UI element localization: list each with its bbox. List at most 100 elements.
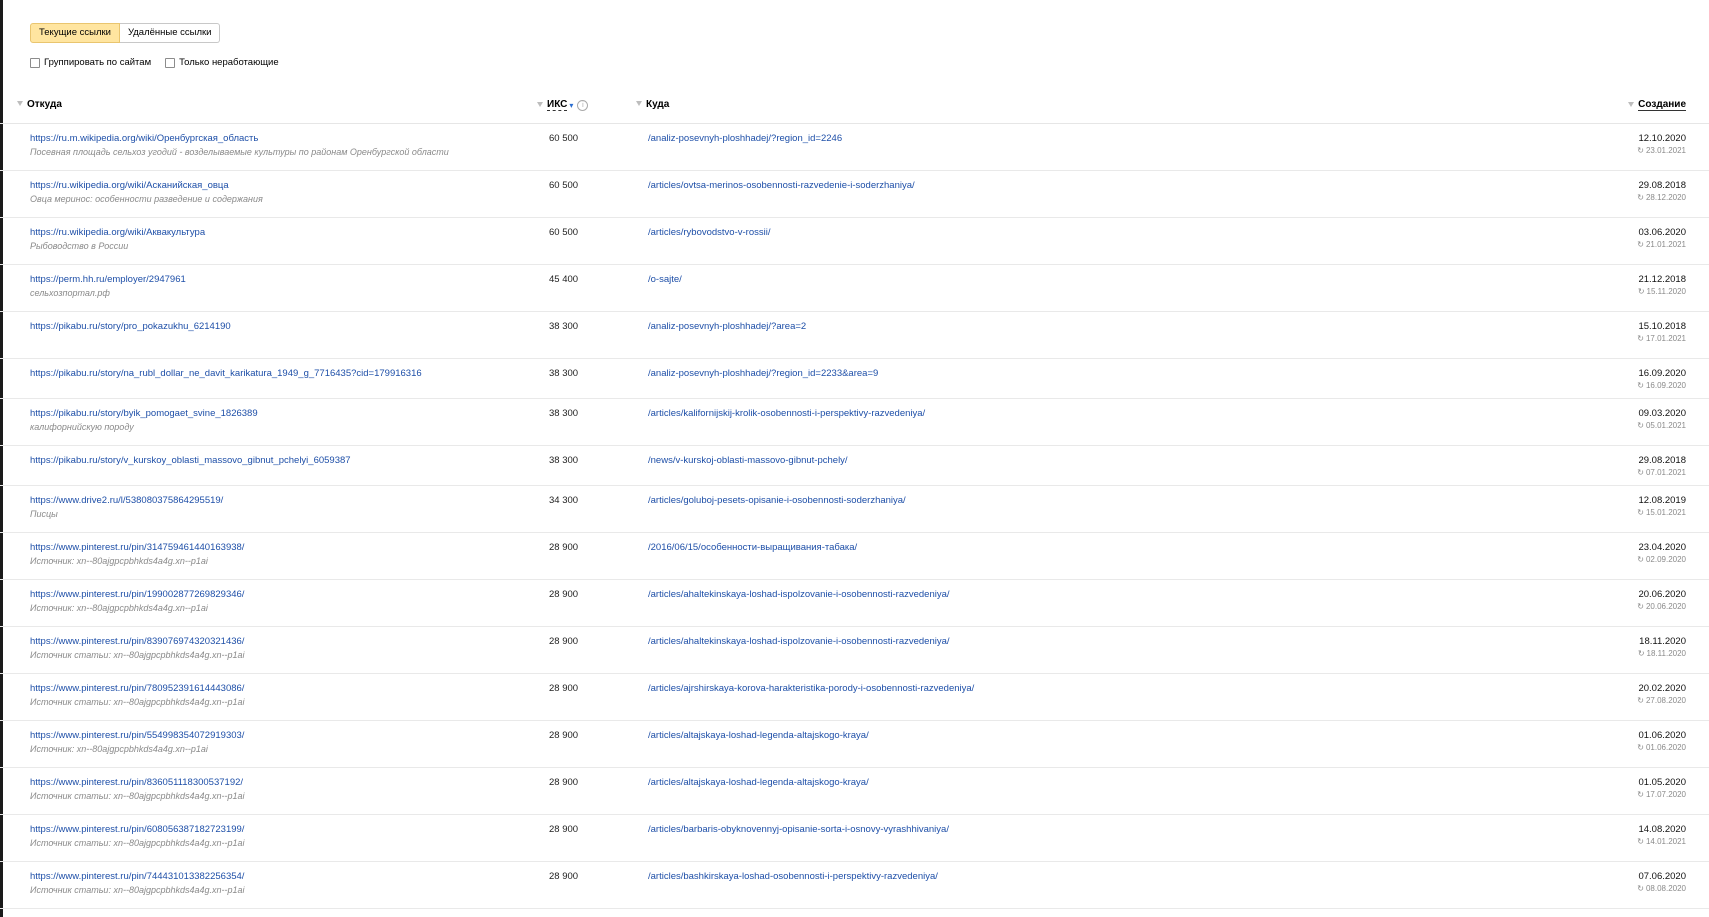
target-url-link[interactable]: /analiz-posevnyh-ploshhadej/?region_id=2… xyxy=(648,133,842,144)
target-url-link[interactable]: /articles/ahaltekinskaya-loshad-ispolzov… xyxy=(648,636,950,647)
created-cell: 01.05.2020 ↻ 17.07.2020 xyxy=(1637,777,1686,799)
to-cell: /articles/kalifornijskij-krolik-osobenno… xyxy=(648,408,925,419)
source-url-link[interactable]: https://www.pinterest.ru/pin/74443101338… xyxy=(30,871,244,882)
only-broken-checkbox[interactable] xyxy=(165,57,176,68)
tab-deleted-links[interactable]: Удалённые ссылки xyxy=(119,23,221,43)
filter-icon[interactable] xyxy=(17,101,23,106)
source-url-link[interactable]: https://pikabu.ru/story/v_kurskoy_oblast… xyxy=(30,455,351,466)
target-url-link[interactable]: /news/v-kurskoj-oblasti-massovo-gibnut-p… xyxy=(648,455,848,466)
from-cell: https://www.pinterest.ru/pin/60805638718… xyxy=(30,824,530,848)
source-url-link[interactable]: https://pikabu.ru/story/byik_pomogaet_sv… xyxy=(30,408,258,419)
group-by-sites-option[interactable]: Группировать по сайтам xyxy=(30,57,151,68)
from-cell: https://www.drive2.ru/l/5380803758642955… xyxy=(30,495,530,519)
target-url-link[interactable]: /articles/altajskaya-loshad-legenda-alta… xyxy=(648,730,869,741)
group-by-sites-checkbox[interactable] xyxy=(30,57,40,68)
source-url-link[interactable]: https://www.pinterest.ru/pin/55499835407… xyxy=(30,730,244,741)
created-cell: 09.03.2020 ↻ 05.01.2021 xyxy=(1637,408,1686,430)
column-created-label[interactable]: Создание xyxy=(1638,99,1686,111)
to-cell: /o-sajte/ xyxy=(648,274,682,285)
only-broken-option[interactable]: Только неработающие xyxy=(165,57,279,68)
target-url-link[interactable]: /articles/ovtsa-merinos-osobennosti-razv… xyxy=(648,180,915,191)
source-url-link[interactable]: https://pikabu.ru/story/na_rubl_dollar_n… xyxy=(30,368,422,379)
external-links-page: Текущие ссылки Удалённые ссылки Группиро… xyxy=(0,0,1709,917)
refresh-icon: ↻ xyxy=(1637,193,1644,202)
last-check-date: 27.08.2020 xyxy=(1645,696,1686,705)
anchor-text: калифорнийскую породу xyxy=(30,422,134,432)
last-check-date-wrapper: ↻ 01.06.2020 xyxy=(1637,743,1686,752)
refresh-icon: ↻ xyxy=(1637,381,1644,390)
to-cell: /articles/goluboj-pesets-opisanie-i-osob… xyxy=(648,495,906,506)
table-row: https://www.pinterest.ru/pin/78095239161… xyxy=(0,674,1709,721)
iks-value: 34 300 xyxy=(549,495,579,506)
target-url-link[interactable]: /articles/barbaris-obyknovennyj-opisanie… xyxy=(648,824,949,835)
last-check-date: 16.09.2020 xyxy=(1645,381,1686,390)
iks-value: 38 300 xyxy=(549,368,579,379)
group-by-sites-label: Группировать по сайтам xyxy=(44,57,152,68)
source-url-link[interactable]: https://www.pinterest.ru/pin/60805638718… xyxy=(30,824,244,835)
to-cell: /analiz-posevnyh-ploshhadej/?area=2 xyxy=(648,321,806,332)
iks-value: 60 500 xyxy=(549,227,579,238)
source-url-link[interactable]: https://www.pinterest.ru/pin/19900287726… xyxy=(30,589,244,600)
last-check-date: 18.11.2020 xyxy=(1646,649,1686,658)
created-date: 21.12.2018 xyxy=(1638,274,1686,285)
target-url-link[interactable]: /o-sajte/ xyxy=(648,274,682,285)
last-check-date-wrapper: ↻ 21.01.2021 xyxy=(1637,240,1686,249)
source-url-link[interactable]: https://www.pinterest.ru/pin/31475946144… xyxy=(30,542,244,553)
created-date: 07.06.2020 xyxy=(1638,871,1686,882)
source-url-link[interactable]: https://perm.hh.ru/employer/2947961 xyxy=(30,274,186,285)
column-to-header[interactable]: Куда xyxy=(636,99,669,110)
from-cell: https://www.pinterest.ru/pin/19900287726… xyxy=(30,589,530,613)
from-cell: https://perm.hh.ru/employer/2947961 сельх… xyxy=(30,274,530,298)
created-date: 18.11.2020 xyxy=(1639,636,1686,647)
target-url-link[interactable]: /articles/rybovodstvo-v-rossii/ xyxy=(648,227,770,238)
target-url-link[interactable]: /articles/ahaltekinskaya-loshad-ispolzov… xyxy=(648,589,950,600)
column-iks-header[interactable]: ИКС ▾ i xyxy=(537,99,589,111)
info-icon[interactable]: i xyxy=(577,99,589,111)
source-url-link[interactable]: https://ru.wikipedia.org/wiki/Асканийска… xyxy=(30,180,229,191)
tab-current-links[interactable]: Текущие ссылки xyxy=(30,23,120,43)
from-cell: https://www.pinterest.ru/pin/55499835407… xyxy=(30,730,530,754)
column-created-header[interactable]: Создание xyxy=(1628,99,1686,111)
sort-desc-icon[interactable]: ▾ xyxy=(569,101,573,110)
last-check-date: 07.01.2021 xyxy=(1645,468,1686,477)
target-url-link[interactable]: /2016/06/15/особенности-выращивания-таба… xyxy=(648,542,857,553)
created-date: 14.08.2020 xyxy=(1638,824,1686,835)
target-url-link[interactable]: /articles/altajskaya-loshad-legenda-alta… xyxy=(648,777,869,788)
column-iks-label[interactable]: ИКС xyxy=(547,99,568,111)
source-url-link[interactable]: https://www.pinterest.ru/pin/83907697432… xyxy=(30,636,244,647)
table-row: https://www.pinterest.ru/pin/19900287726… xyxy=(0,580,1709,627)
table-row: https://www.pinterest.ru/pin/60805638718… xyxy=(0,815,1709,862)
filter-icon[interactable] xyxy=(537,101,543,107)
last-check-date-wrapper: ↻ 18.11.2020 xyxy=(1638,649,1686,658)
target-url-link[interactable]: /articles/kalifornijskij-krolik-osobenno… xyxy=(648,408,925,419)
source-url-link[interactable]: https://ru.m.wikipedia.org/wiki/Оренбург… xyxy=(30,133,258,144)
table-row: https://perm.hh.ru/employer/2947961 сельх… xyxy=(0,265,1709,312)
table-row: https://pikabu.ru/story/pro_pokazukhu_62… xyxy=(0,312,1709,359)
last-check-date-wrapper: ↻ 17.07.2020 xyxy=(1637,790,1686,799)
to-cell: /articles/ahaltekinskaya-loshad-ispolzov… xyxy=(648,636,950,647)
table-row: https://ru.wikipedia.org/wiki/Аквакульту… xyxy=(0,218,1709,265)
to-cell: /articles/ajrshirskaya-korova-harakteris… xyxy=(648,683,974,694)
table-row: https://ru.wikipedia.org/wiki/Асканийска… xyxy=(0,171,1709,218)
filter-icon[interactable] xyxy=(636,101,642,106)
to-cell: /articles/barbaris-obyknovennyj-opisanie… xyxy=(648,824,949,835)
target-url-link[interactable]: /articles/bashkirskaya-loshad-osobennost… xyxy=(648,871,938,882)
from-cell: https://ru.m.wikipedia.org/wiki/Оренбург… xyxy=(30,133,530,157)
source-url-link[interactable]: https://www.drive2.ru/l/5380803758642955… xyxy=(30,495,223,506)
created-date: 20.06.2020 xyxy=(1638,589,1686,600)
refresh-icon: ↻ xyxy=(1637,649,1645,658)
source-url-link[interactable]: https://www.pinterest.ru/pin/78095239161… xyxy=(30,683,244,694)
column-from-header[interactable]: Откуда xyxy=(17,99,62,110)
target-url-link[interactable]: /articles/goluboj-pesets-opisanie-i-osob… xyxy=(648,495,906,506)
source-url-link[interactable]: https://www.pinterest.ru/pin/83605111830… xyxy=(30,777,243,788)
target-url-link[interactable]: /articles/ajrshirskaya-korova-harakteris… xyxy=(648,683,974,694)
target-url-link[interactable]: /analiz-posevnyh-ploshhadej/?region_id=2… xyxy=(648,368,878,379)
anchor-text: сельхозпортал.рф xyxy=(30,288,110,298)
created-date: 01.06.2020 xyxy=(1638,730,1686,741)
source-url-link[interactable]: https://ru.wikipedia.org/wiki/Аквакульту… xyxy=(30,227,205,238)
created-date: 20.02.2020 xyxy=(1638,683,1686,694)
filter-icon[interactable] xyxy=(1628,101,1635,107)
source-url-link[interactable]: https://pikabu.ru/story/pro_pokazukhu_62… xyxy=(30,321,231,332)
target-url-link[interactable]: /analiz-posevnyh-ploshhadej/?area=2 xyxy=(648,321,806,332)
table-row: https://www.pinterest.ru/pin/74443101338… xyxy=(0,862,1709,909)
